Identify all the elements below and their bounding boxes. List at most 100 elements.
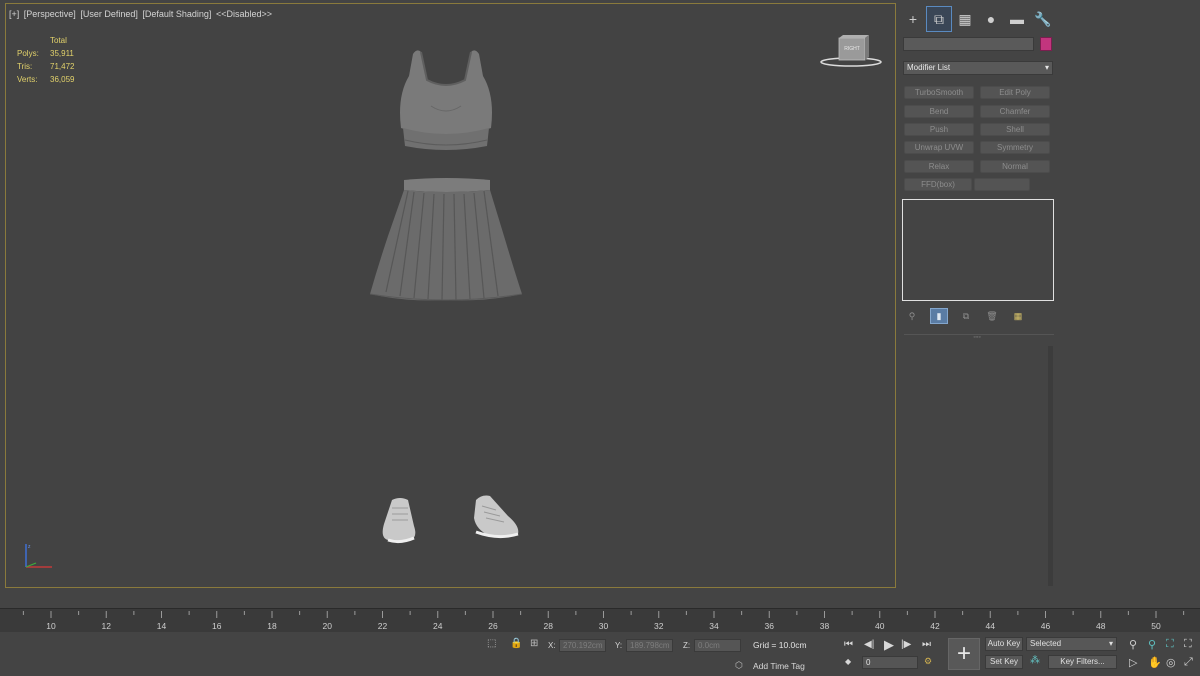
auto-key-button[interactable]: Auto Key xyxy=(985,637,1023,651)
track-bar-tick-label: 36 xyxy=(765,621,775,631)
modifier-list-dropdown[interactable]: Modifier List ▾ xyxy=(903,61,1053,75)
chamfer-button[interactable]: Chamfer xyxy=(980,105,1050,118)
empty-modifier-button[interactable] xyxy=(974,178,1030,191)
command-panel-scrollbar[interactable] xyxy=(1048,346,1053,586)
grid-size-readout: Grid = 10.0cm xyxy=(753,640,807,650)
display-tab[interactable]: ▬ xyxy=(1004,6,1030,32)
edit-poly-button[interactable]: Edit Poly xyxy=(980,86,1050,99)
modifier-list-label: Modifier List xyxy=(907,63,951,72)
previous-frame-icon[interactable]: ◀| xyxy=(864,639,874,650)
add-time-tag[interactable]: Add Time Tag xyxy=(753,661,805,671)
next-frame-icon[interactable]: |▶ xyxy=(901,639,911,650)
absolute-mode-icon[interactable]: ⊞ xyxy=(530,638,538,649)
axis-tripod-icon: z xyxy=(25,544,52,568)
make-unique-icon[interactable]: ⧉ xyxy=(958,308,974,324)
normal-button[interactable]: Normal xyxy=(980,160,1050,173)
utilities-icon: 🔧 xyxy=(1034,10,1052,27)
track-bar-tick-label: 40 xyxy=(875,621,885,631)
zoom-icon[interactable]: ⚲ xyxy=(1129,638,1137,651)
zoom-extents-all-icon[interactable]: ⛶ xyxy=(1184,638,1192,651)
remove-modifier-icon[interactable]: 🗑 xyxy=(984,308,1000,324)
stats-label: Polys: xyxy=(17,49,39,58)
command-panel-tabs: + ⧉ ▦ ● ▬ 🔧 xyxy=(900,5,1060,33)
hierarchy-tab[interactable]: ▦ xyxy=(952,6,978,32)
x-coordinate-field[interactable]: 270.192cm xyxy=(559,639,606,652)
go-to-start-icon[interactable]: ⏮ xyxy=(844,639,853,650)
resize-handle-icon[interactable]: ◦◦◦ xyxy=(971,334,983,341)
viewcube[interactable]: RIGHT xyxy=(819,34,884,70)
viewport-stereo-menu[interactable]: [User Defined] xyxy=(80,9,138,19)
create-tab[interactable]: + xyxy=(900,6,926,32)
pan-view-icon[interactable]: ✋ xyxy=(1148,656,1162,669)
key-filters-icon: ⁂ xyxy=(1030,655,1040,666)
object-name-field[interactable] xyxy=(903,37,1034,51)
chevron-down-icon: ▾ xyxy=(1044,63,1049,72)
track-bar-tick-label: 32 xyxy=(654,621,664,631)
track-bar-ruler[interactable]: 10 12 14 16 18 20 22 24 26 28 30 32 34 36 38 40 42 44 46 48… xyxy=(0,609,1200,633)
stats-row-polys: Polys: 35,911 xyxy=(17,47,90,60)
orbit-icon[interactable]: ◎ xyxy=(1166,656,1176,669)
maximize-viewport-icon[interactable]: ⤢ xyxy=(1184,656,1193,669)
turbosmooth-button[interactable]: TurboSmooth xyxy=(904,86,974,99)
motion-tab[interactable]: ● xyxy=(978,6,1004,32)
scene-statistics: Total Polys: 35,911 Tris: 71,472 Verts: 36,… xyxy=(17,34,90,86)
x-label: X: xyxy=(548,641,556,650)
z-coordinate-field[interactable]: 0.0cm xyxy=(694,639,741,652)
track-bar-tick-label: 12 xyxy=(102,621,112,631)
set-key-button[interactable]: Set Key xyxy=(985,655,1023,669)
z-label: Z: xyxy=(683,641,691,650)
skirt-model[interactable] xyxy=(366,176,526,304)
max-window: [+] [Perspective] [User Defined] [Defaul… xyxy=(0,0,1200,676)
viewport-general-menu[interactable]: [+] xyxy=(9,9,19,19)
viewport-label-menu[interactable]: [+] [Perspective] [User Defined] [Defaul… xyxy=(9,9,274,19)
ffd-box-button[interactable]: FFD(box) xyxy=(904,178,972,191)
track-bar-tick-label: 10 xyxy=(46,621,56,631)
object-color-swatch[interactable] xyxy=(1040,37,1052,51)
play-icon[interactable]: ▶ xyxy=(884,637,894,653)
utilities-tab[interactable]: 🔧 xyxy=(1030,6,1056,32)
current-frame-field[interactable]: 0 xyxy=(862,656,918,669)
bend-button[interactable]: Bend xyxy=(904,105,974,118)
show-end-result-icon[interactable]: ▮ xyxy=(930,308,948,324)
right-shoe-model[interactable] xyxy=(468,492,523,542)
time-tag-icon: ⬡ xyxy=(735,660,743,670)
viewport-lighting-menu[interactable]: <<Disabled>> xyxy=(216,9,272,19)
isolate-selection-icon[interactable]: ⬚ xyxy=(487,638,496,649)
go-to-end-icon[interactable]: ⏭ xyxy=(922,639,931,650)
time-configuration-icon[interactable]: ⚙ xyxy=(924,656,932,667)
parameters-rollout xyxy=(904,344,1054,588)
key-filters-button[interactable]: Key Filters... xyxy=(1048,655,1117,669)
modify-tab[interactable]: ⧉ xyxy=(926,6,952,32)
y-coordinate-field[interactable]: 189.798cm xyxy=(626,639,673,652)
pin-stack-icon[interactable]: ⚲ xyxy=(904,308,920,324)
track-bar[interactable]: 10 12 14 16 18 20 22 24 26 28 30 32 34 36 38 40 42 44 46 48… xyxy=(0,608,1200,633)
stats-label: Tris: xyxy=(17,62,33,71)
svg-text:z: z xyxy=(28,544,31,550)
viewport-shading-menu[interactable]: [Default Shading] xyxy=(142,9,211,19)
zoom-all-icon[interactable]: ⚲ xyxy=(1148,638,1156,651)
relax-button[interactable]: Relax xyxy=(904,160,974,173)
field-of-view-icon[interactable]: ▷ xyxy=(1129,656,1137,669)
left-shoe-model[interactable] xyxy=(378,494,428,544)
unwrap-uvw-button[interactable]: Unwrap UVW xyxy=(904,141,974,154)
shell-button[interactable]: Shell xyxy=(980,123,1050,136)
perspective-viewport[interactable]: [+] [Perspective] [User Defined] [Defaul… xyxy=(5,3,896,588)
stats-row-tris: Tris: 71,472 xyxy=(17,60,90,73)
y-label: Y: xyxy=(615,641,623,650)
stats-value: 36,059 xyxy=(50,75,75,84)
stats-label: Verts: xyxy=(17,75,38,84)
viewport-point-of-view-menu[interactable]: [Perspective] xyxy=(24,9,76,19)
configure-modifier-sets-icon[interactable]: ▦ xyxy=(1010,308,1026,324)
hierarchy-icon: ▦ xyxy=(958,10,972,27)
current-frame-value: 0 xyxy=(866,658,871,667)
modifier-stack-list[interactable] xyxy=(902,199,1054,301)
crop-top-model[interactable] xyxy=(391,46,501,158)
set-keys-icon[interactable]: + xyxy=(948,638,980,670)
key-mode-toggle-icon[interactable]: ◆ xyxy=(845,657,851,666)
push-button[interactable]: Push xyxy=(904,123,974,136)
key-selection-set-dropdown[interactable]: Selected ▾ xyxy=(1026,637,1117,651)
modify-icon: ⧉ xyxy=(934,10,944,27)
selection-lock-icon[interactable]: 🔒 xyxy=(510,638,522,649)
zoom-extents-icon[interactable]: ⛶ xyxy=(1166,638,1174,651)
symmetry-button[interactable]: Symmetry xyxy=(980,141,1050,154)
